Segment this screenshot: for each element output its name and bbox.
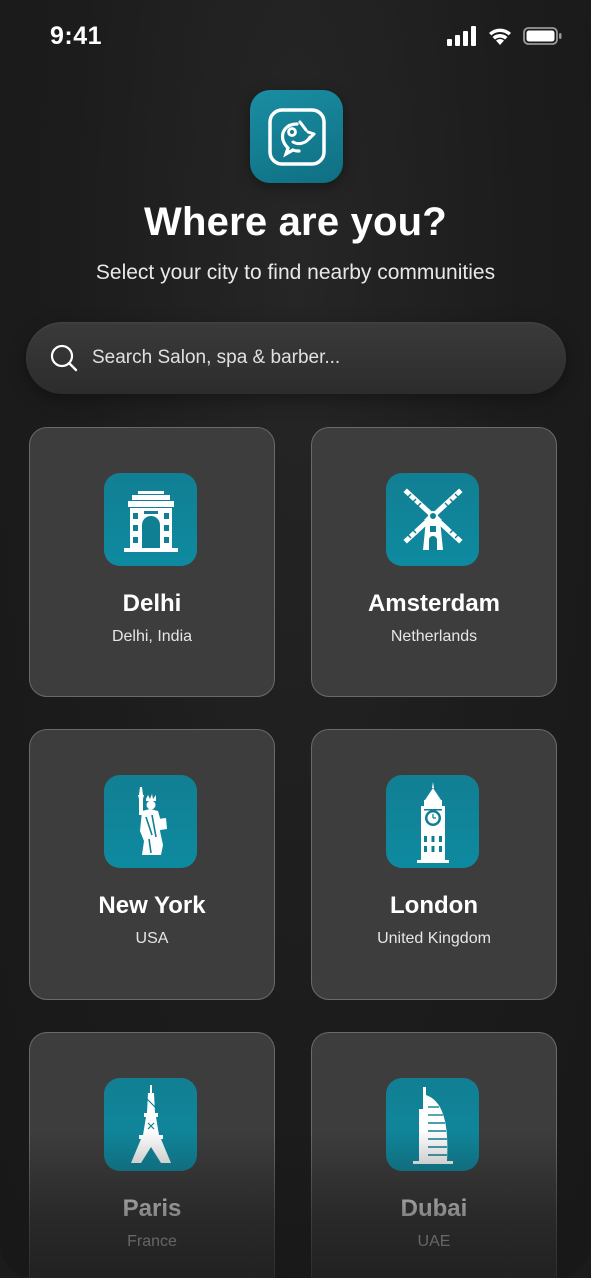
city-name: London	[390, 892, 478, 919]
search-bar[interactable]	[26, 322, 566, 394]
city-card-paris[interactable]: Paris France	[29, 1032, 275, 1278]
app-logo-icon	[250, 90, 343, 183]
city-country: Netherlands	[390, 628, 478, 645]
city-card-amsterdam[interactable]: Amsterdam Netherlands	[311, 427, 557, 697]
city-name: Delhi	[122, 590, 182, 617]
city-name: New York	[98, 892, 206, 919]
city-name: Dubai	[400, 1195, 468, 1222]
city-country: United Kingdom	[377, 930, 491, 947]
city-selection-screen: 9:41 Where are you? Select your city to …	[0, 0, 591, 1278]
india-gate-icon	[104, 473, 197, 566]
status-icons	[447, 26, 563, 46]
eiffel-tower-icon	[104, 1078, 197, 1171]
windmill-icon	[386, 473, 479, 566]
city-card-dubai[interactable]: Dubai UAE	[311, 1032, 557, 1278]
burj-al-arab-icon	[386, 1078, 479, 1171]
signal-icon	[447, 26, 477, 46]
city-country: Delhi, India	[111, 628, 193, 645]
city-name: Paris	[122, 1195, 182, 1222]
page-subtitle: Select your city to find nearby communit…	[95, 261, 496, 284]
city-name: Amsterdam	[367, 590, 501, 617]
wifi-icon	[487, 26, 513, 46]
search-input[interactable]	[92, 322, 552, 394]
city-country: UAE	[417, 1233, 451, 1250]
city-card-london[interactable]: London United Kingdom	[311, 729, 557, 1000]
city-country: France	[127, 1233, 177, 1250]
search-icon	[50, 344, 78, 372]
city-card-new-york[interactable]: New York USA	[29, 729, 275, 1000]
statue-of-liberty-icon	[104, 775, 197, 868]
city-card-delhi[interactable]: Delhi Delhi, India	[29, 427, 275, 697]
city-grid: Delhi Delhi, India Amsterdam Netherlands…	[29, 427, 557, 1278]
battery-icon	[523, 26, 563, 46]
city-country: USA	[135, 930, 169, 947]
status-bar: 9:41	[0, 0, 591, 76]
status-time: 9:41	[50, 22, 103, 50]
page-title: Where are you?	[144, 200, 447, 244]
big-ben-icon	[386, 775, 479, 868]
